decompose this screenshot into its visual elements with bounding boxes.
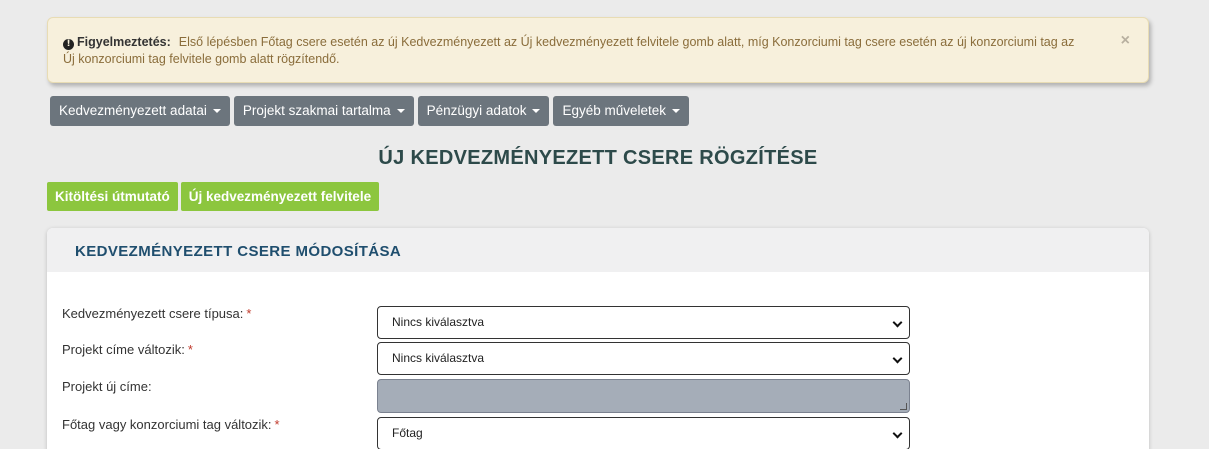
add-beneficiary-button[interactable]: Új kedvezményezett felvitele: [180, 182, 380, 211]
menu-label: Egyéb műveletek: [562, 103, 667, 118]
field-label: Projekt címe változik: *: [62, 342, 193, 357]
caret-down-icon: [396, 109, 405, 113]
field-label: Főtag vagy konzorciumi tag változik: *: [62, 417, 280, 432]
card-title: KEDVEZMÉNYEZETT CSERE MÓDOSÍTÁSA: [47, 228, 1149, 272]
warning-alert: ! Figyelmeztetés: Első lépésben Főtag cser…: [47, 17, 1149, 83]
select-value: Nincs kiválasztva: [392, 351, 485, 365]
required-marker: *: [274, 417, 280, 432]
menu-projekt-szakmai-tartalma[interactable]: Projekt szakmai tartalma: [233, 96, 414, 126]
required-marker: *: [187, 342, 193, 357]
field-label: Kedvezményezett csere típusa: *: [62, 306, 252, 321]
required-marker: *: [246, 306, 252, 321]
projekt-uj-cime-textarea[interactable]: [377, 379, 910, 413]
csere-tipusa-select[interactable]: Nincs kiválasztva: [377, 306, 910, 339]
select-value: Főtag: [392, 426, 423, 440]
field-row-fotag-vagy-tag: Főtag vagy konzorciumi tag változik: * Fő…: [62, 417, 1142, 449]
field-row-projekt-cime-valtozik: Projekt címe változik: * Nincs kiválasztv…: [62, 342, 1142, 376]
alert-title: Figyelmeztetés:: [77, 35, 171, 49]
guide-button[interactable]: Kitöltési útmutató: [47, 182, 178, 211]
resize-grip-icon[interactable]: [900, 403, 907, 410]
projekt-cime-valtozik-select[interactable]: Nincs kiválasztva: [377, 342, 910, 375]
chevron-down-icon: [892, 317, 903, 328]
select-value: Nincs kiválasztva: [392, 315, 485, 329]
field-label: Projekt új címe:: [62, 379, 152, 394]
action-buttons: Kitöltési útmutató Új kedvezményezett fe…: [47, 182, 380, 211]
fotag-vagy-tag-select[interactable]: Főtag: [377, 417, 910, 449]
main-menu: Kedvezményezett adatai Projekt szakmai t…: [50, 96, 690, 126]
caret-down-icon: [212, 109, 221, 113]
menu-penzugyi-adatok[interactable]: Pénzügyi adatok: [417, 96, 550, 126]
menu-label: Projekt szakmai tartalma: [242, 103, 391, 118]
menu-label: Kedvezményezett adatai: [59, 103, 207, 118]
info-icon: !: [63, 39, 74, 50]
chevron-down-icon: [892, 428, 903, 439]
caret-down-icon: [532, 109, 541, 113]
chevron-down-icon: [892, 353, 903, 364]
alert-message: Első lépésben Főtag csere esetén az új K…: [63, 35, 1075, 66]
form-card: KEDVEZMÉNYEZETT CSERE MÓDOSÍTÁSA Kedvezm…: [47, 228, 1149, 449]
field-row-csere-tipusa: Kedvezményezett csere típusa: * Nincs kiv…: [62, 306, 1142, 340]
menu-label: Pénzügyi adatok: [426, 103, 527, 118]
caret-down-icon: [672, 109, 681, 113]
menu-kedvezmenyezett-adatai[interactable]: Kedvezményezett adatai: [50, 96, 230, 126]
menu-egyeb-muveletek[interactable]: Egyéb műveletek: [553, 96, 690, 126]
close-icon[interactable]: ×: [1121, 32, 1130, 49]
page-title: ÚJ KEDVEZMÉNYEZETT CSERE RÖGZÍTÉSE: [378, 147, 818, 169]
field-row-projekt-uj-cime: Projekt új címe:: [62, 379, 1142, 413]
